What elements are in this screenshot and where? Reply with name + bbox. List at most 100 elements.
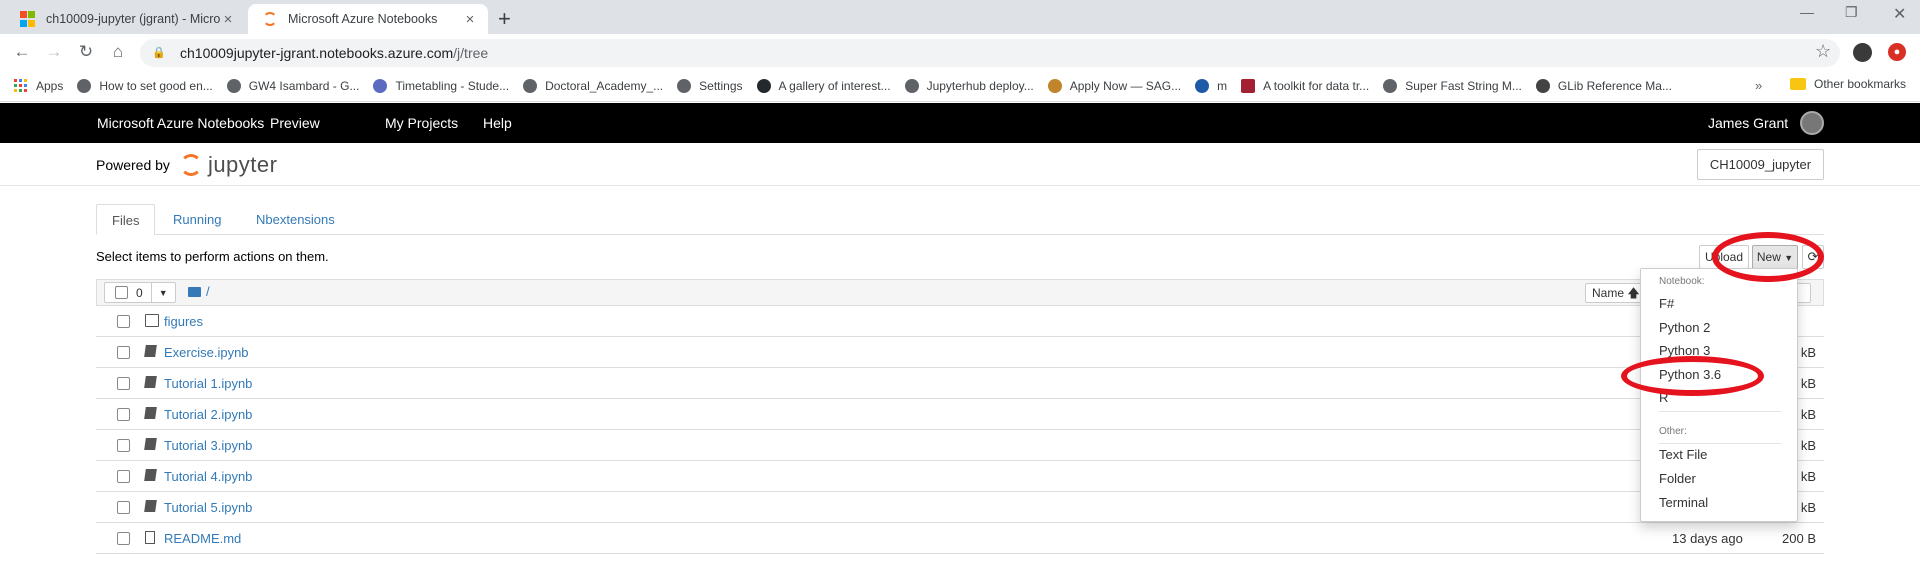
row-checkbox[interactable]	[117, 408, 130, 421]
notebook-icon	[144, 376, 157, 388]
row-checkbox[interactable]	[117, 377, 130, 390]
selected-count: 0	[136, 285, 143, 300]
file-name[interactable]: Exercise.ipynb	[164, 345, 249, 360]
home-icon[interactable]: ⌂	[106, 40, 130, 64]
window-close-icon[interactable]: ✕	[1893, 4, 1906, 24]
list-item[interactable]: Tutorial 5.ipynb kB	[96, 492, 1824, 523]
list-item[interactable]: Exercise.ipynb kB	[96, 337, 1824, 368]
bookmark-item[interactable]: Settings	[677, 78, 743, 93]
list-item[interactable]: Tutorial 3.ipynb kB	[96, 430, 1824, 461]
select-all-group[interactable]: 0 ▼	[104, 282, 176, 303]
user-name[interactable]: James Grant	[1708, 115, 1788, 131]
bookmark-apps[interactable]: Apps	[14, 78, 63, 93]
user-avatar[interactable]	[1800, 111, 1824, 135]
jupyter-logo[interactable]: jupyter	[179, 152, 278, 178]
bookmark-item[interactable]: m	[1195, 78, 1227, 93]
bookmark-item[interactable]: Super Fast String M...	[1383, 78, 1522, 93]
address-bar[interactable]: 🔒 ch10009jupyter-jgrant.notebooks.azure.…	[140, 39, 1840, 67]
reload-icon[interactable]: ↻	[74, 40, 98, 64]
azure-brand-link[interactable]: Microsoft Azure Notebooks	[97, 115, 264, 131]
list-item[interactable]: Tutorial 2.ipynb kB	[96, 399, 1824, 430]
globe-icon	[677, 78, 692, 93]
minimize-icon[interactable]: —	[1800, 4, 1814, 20]
bookmark-item[interactable]: A toolkit for data tr...	[1241, 78, 1369, 93]
bookmark-item[interactable]: Apply Now — SAG...	[1047, 78, 1181, 93]
row-checkbox[interactable]	[117, 315, 130, 328]
sag-icon	[1047, 78, 1062, 93]
globe-icon	[523, 78, 538, 93]
back-icon[interactable]: ←	[10, 40, 34, 64]
globe-icon	[77, 78, 92, 93]
nav-help[interactable]: Help	[483, 115, 512, 131]
menu-header-notebook: Notebook:	[1659, 276, 1705, 287]
row-checkbox[interactable]	[117, 501, 130, 514]
browser-tab-azure-notebooks[interactable]: Microsoft Azure Notebooks ×	[248, 4, 488, 34]
menu-divider	[1659, 443, 1781, 444]
powered-by: Powered by jupyter	[96, 152, 278, 178]
folder-icon	[188, 286, 201, 297]
annotation-circle-new-button	[1712, 232, 1824, 282]
list-item[interactable]: Tutorial 1.ipynb kB	[96, 368, 1824, 399]
file-size: kB	[1800, 407, 1816, 422]
extension-icon[interactable]: ●	[1888, 43, 1906, 61]
row-checkbox[interactable]	[117, 532, 130, 545]
menu-item-folder[interactable]: Folder	[1659, 471, 1696, 486]
file-modified: 13 days ago	[1672, 531, 1743, 546]
row-checkbox[interactable]	[117, 346, 130, 359]
file-name[interactable]: figures	[164, 314, 203, 329]
file-list: figures Exercise.ipynb kB Tutorial 1.ipy…	[96, 306, 1824, 554]
notebook-icon	[144, 345, 157, 357]
file-name[interactable]: Tutorial 1.ipynb	[164, 376, 252, 391]
row-checkbox[interactable]	[117, 470, 130, 483]
file-name[interactable]: Tutorial 4.ipynb	[164, 469, 252, 484]
file-name[interactable]: Tutorial 3.ipynb	[164, 438, 252, 453]
bookmark-item[interactable]: GW4 Isambard - G...	[226, 78, 359, 93]
caret-down-icon[interactable]: ▼	[159, 288, 168, 298]
bookmark-item[interactable]: GLib Reference Ma...	[1535, 78, 1672, 93]
list-item[interactable]: README.md 13 days ago 200 B	[96, 523, 1824, 554]
row-checkbox[interactable]	[117, 439, 130, 452]
menu-item-terminal[interactable]: Terminal	[1659, 495, 1708, 510]
file-name[interactable]: Tutorial 2.ipynb	[164, 407, 252, 422]
github-icon	[756, 78, 771, 93]
annotation-circle-python36	[1621, 356, 1764, 396]
tab-running[interactable]: Running	[158, 204, 236, 235]
nav-my-projects[interactable]: My Projects	[385, 115, 458, 131]
bookmark-item[interactable]: Doctoral_Academy_...	[523, 78, 663, 93]
new-tab-icon[interactable]: +	[498, 6, 511, 32]
list-item[interactable]: Tutorial 4.ipynb kB	[96, 461, 1824, 492]
bookmark-item[interactable]: Timetabling - Stude...	[373, 78, 509, 93]
select-hint: Select items to perform actions on them.	[96, 249, 329, 264]
breadcrumb[interactable]: /	[188, 284, 210, 299]
close-icon[interactable]: ×	[220, 11, 236, 28]
tab-files[interactable]: Files	[96, 204, 156, 235]
menu-item-fsharp[interactable]: F#	[1659, 296, 1674, 311]
restore-icon[interactable]: ❐	[1845, 4, 1858, 21]
file-list-header: 0 ▼ / Name 🡅 ze	[96, 279, 1824, 306]
tab-nbextensions[interactable]: Nbextensions	[241, 204, 350, 235]
file-name[interactable]: README.md	[164, 531, 241, 546]
close-icon[interactable]: ×	[462, 11, 478, 28]
sort-name-button[interactable]: Name 🡅	[1585, 283, 1647, 303]
menu-item-text-file[interactable]: Text File	[1659, 447, 1707, 462]
project-name-button[interactable]: CH10009_jupyter	[1697, 149, 1824, 180]
bookmark-star-icon[interactable]: ☆	[1815, 41, 1831, 62]
file-name[interactable]: Tutorial 5.ipynb	[164, 500, 252, 515]
file-icon	[145, 531, 155, 544]
bookmarks-overflow-icon[interactable]: »	[1755, 78, 1762, 93]
select-all-checkbox[interactable]	[115, 286, 128, 299]
bookmark-item[interactable]: How to set good en...	[77, 78, 213, 93]
preview-label: Preview	[270, 115, 320, 131]
bookmark-item[interactable]: Jupyterhub deploy...	[904, 78, 1034, 93]
notebook-icon	[144, 407, 157, 419]
list-item[interactable]: figures	[96, 306, 1824, 337]
url-path: /j/tree	[453, 45, 489, 61]
browser-tab-notebooks-project[interactable]: ch10009-jupyter (jgrant) - Micro ×	[6, 4, 246, 34]
forward-icon[interactable]: →	[42, 40, 66, 64]
menu-item-python2[interactable]: Python 2	[1659, 320, 1710, 335]
apps-grid-icon	[14, 78, 28, 93]
profile-avatar[interactable]	[1853, 43, 1872, 62]
bookmark-item[interactable]: A gallery of interest...	[756, 78, 891, 93]
other-bookmarks[interactable]: Other bookmarks	[1790, 77, 1906, 91]
folder-icon	[1790, 78, 1806, 90]
